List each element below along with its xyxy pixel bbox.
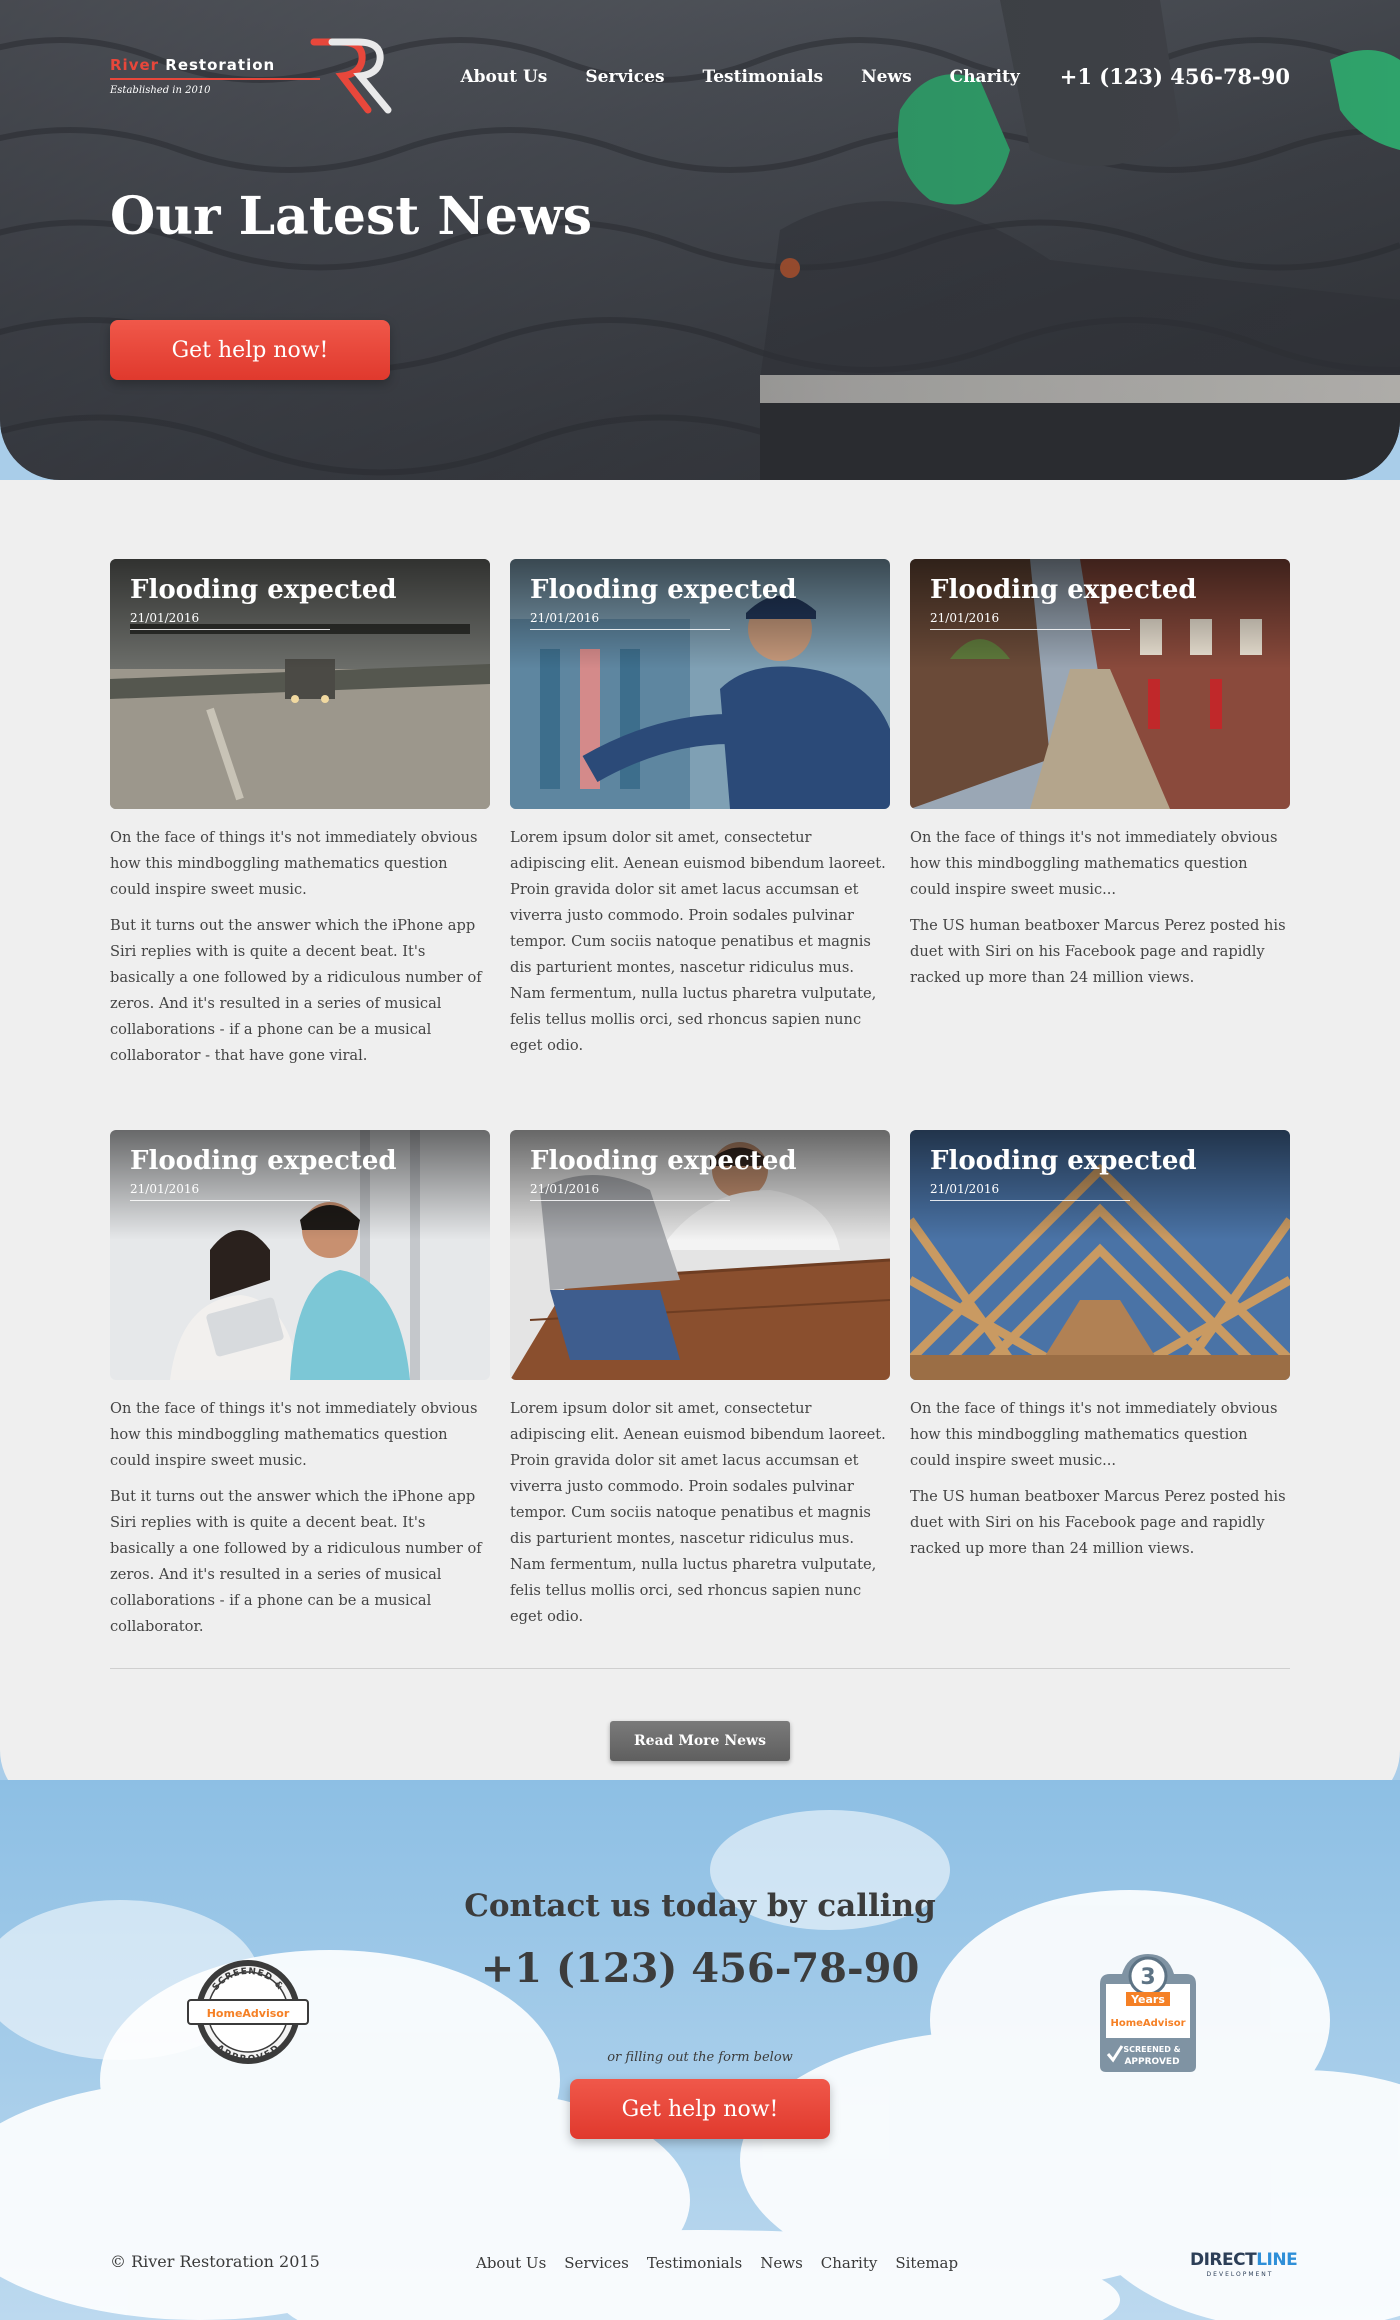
news-image[interactable]: Flooding expected 21/01/2016 — [910, 559, 1290, 809]
news-excerpt: But it turns out the answer which the iP… — [110, 917, 482, 1064]
news-image[interactable]: Flooding expected 21/01/2016 — [910, 1130, 1290, 1380]
contact-get-help-button[interactable]: Get help now! — [570, 2079, 830, 2139]
logo-name: River Restoration — [110, 56, 276, 74]
homeadvisor-3-years-badge: 3 Years HomeAdvisor SCREENED & APPROVED — [1100, 1954, 1196, 2072]
footer-link-news[interactable]: News — [760, 2254, 803, 2272]
news-excerpt: The US human beatboxer Marcus Perez post… — [910, 1488, 1286, 1557]
developer-credit-name: DIRECTLINE — [1190, 2250, 1298, 2270]
logo[interactable]: River Restoration Established in 2010 — [110, 36, 392, 116]
nav-charity[interactable]: Charity — [950, 67, 1020, 87]
news-excerpt: On the face of things it's not immediate… — [910, 1400, 1278, 1469]
badge-left-brand: HomeAdvisor — [207, 2007, 290, 2020]
footer-link-charity[interactable]: Charity — [821, 2254, 878, 2272]
nav-services[interactable]: Services — [585, 67, 664, 87]
news-excerpt: On the face of things it's not immediate… — [910, 829, 1278, 898]
news-image[interactable]: Flooding expected 21/01/2016 — [110, 559, 490, 809]
footer-link-sitemap[interactable]: Sitemap — [895, 2254, 958, 2272]
header-phone[interactable]: +1 (123) 456-78-90 — [1060, 64, 1290, 89]
news-image[interactable]: Flooding expected 21/01/2016 — [110, 1130, 490, 1380]
news-excerpt: Lorem ipsum dolor sit amet, consectetur … — [510, 829, 886, 1054]
news-excerpt: On the face of things it's not immediate… — [110, 1400, 478, 1469]
badge-right-line1: SCREENED & — [1123, 2045, 1180, 2054]
news-card: Flooding expected 21/01/2016 Lorem ipsum… — [510, 1130, 890, 1630]
badge-right-line2: APPROVED — [1124, 2057, 1179, 2067]
hero-get-help-button[interactable]: Get help now! — [110, 320, 390, 380]
contact-title: Contact us today by calling — [464, 1888, 936, 1924]
footer-link-services[interactable]: Services — [564, 2254, 629, 2272]
news-excerpt: On the face of things it's not immediate… — [110, 829, 478, 898]
news-date: 21/01/2016 — [130, 611, 200, 625]
footer-link-testimonials[interactable]: Testimonials — [647, 2254, 742, 2272]
read-more-news-button[interactable]: Read More News — [610, 1721, 790, 1761]
news-card: Flooding expected 21/01/2016 On the face… — [910, 1130, 1290, 1562]
footer: © River Restoration 2015 About Us Servic… — [110, 2250, 1298, 2280]
badge-right-unit: Years — [1130, 1993, 1165, 2006]
news-card: Flooding expected 21/01/2016 On the face… — [910, 559, 1290, 991]
news-excerpt: But it turns out the answer which the iP… — [110, 1488, 482, 1635]
nav-testimonials[interactable]: Testimonials — [703, 67, 824, 87]
hero-banner: River Restoration Established in 2010 Ab… — [0, 0, 1400, 480]
news-excerpt: Lorem ipsum dolor sit amet, consectetur … — [510, 1400, 886, 1625]
main-nav: About Us Services Testimonials News Char… — [422, 64, 1290, 89]
news-date: 21/01/2016 — [130, 1182, 200, 1196]
news-image[interactable]: Flooding expected 21/01/2016 — [510, 559, 890, 809]
section-divider — [110, 1668, 1290, 1669]
news-section: Flooding expected 21/01/2016 On the face… — [0, 480, 1400, 1810]
badge-right-brand: HomeAdvisor — [1110, 2018, 1185, 2029]
homeadvisor-screened-badge: SCREENED & APPROVED HomeAdvisor — [187, 1960, 309, 2065]
news-excerpt: The US human beatboxer Marcus Perez post… — [910, 917, 1286, 986]
news-card: Flooding expected 21/01/2016 Lorem ipsum… — [510, 559, 890, 1059]
news-date: 21/01/2016 — [530, 1182, 600, 1196]
footer-nav: About Us Services Testimonials News Char… — [476, 2254, 976, 2272]
news-title[interactable]: Flooding expected — [530, 575, 797, 605]
news-card: Flooding expected 21/01/2016 On the face… — [110, 1130, 490, 1640]
news-title[interactable]: Flooding expected — [530, 1146, 797, 1176]
logo-underline — [110, 78, 320, 80]
news-date: 21/01/2016 — [530, 611, 600, 625]
copyright: © River Restoration 2015 — [110, 2252, 320, 2271]
news-title[interactable]: Flooding expected — [130, 575, 397, 605]
page-title: Our Latest News — [110, 186, 593, 247]
news-title[interactable]: Flooding expected — [930, 575, 1197, 605]
news-date: 21/01/2016 — [930, 611, 1000, 625]
news-date: 21/01/2016 — [930, 1182, 1000, 1196]
logo-r-mark-icon — [310, 38, 392, 114]
news-image[interactable]: Flooding expected 21/01/2016 — [510, 1130, 890, 1380]
footer-link-about-us[interactable]: About Us — [476, 2254, 546, 2272]
badge-right-number: 3 — [1140, 1965, 1155, 1990]
logo-tagline: Established in 2010 — [110, 85, 211, 96]
developer-credit-sub: DEVELOPMENT — [1206, 2271, 1274, 2278]
news-title[interactable]: Flooding expected — [930, 1146, 1197, 1176]
nav-about-us[interactable]: About Us — [460, 67, 547, 87]
nav-news[interactable]: News — [861, 67, 912, 87]
news-title[interactable]: Flooding expected — [130, 1146, 397, 1176]
developer-credit-logo[interactable]: DIRECTLINE DEVELOPMENT — [1190, 2250, 1298, 2284]
news-card: Flooding expected 21/01/2016 On the face… — [110, 559, 490, 1069]
